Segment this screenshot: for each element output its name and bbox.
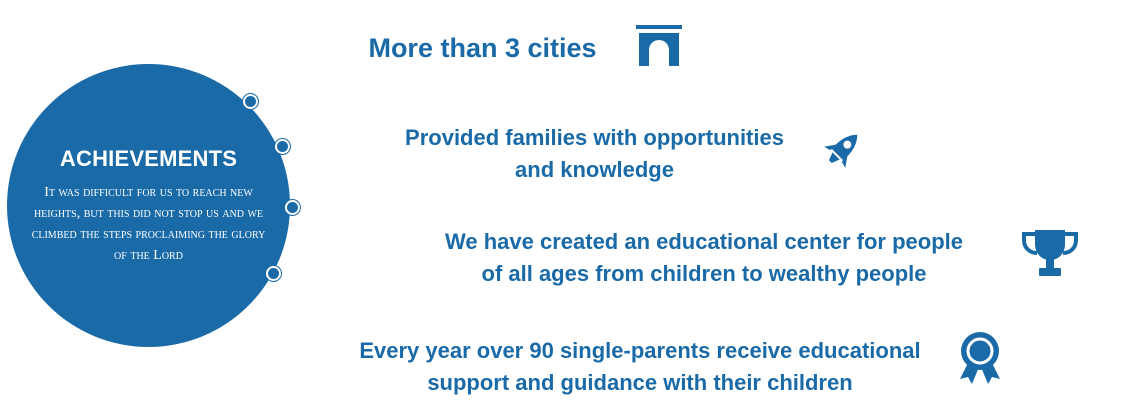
- achievement-item-single-parents: Every year over 90 single-parents receiv…: [322, 335, 958, 399]
- achievement-parents-line2: support and guidance with their children: [427, 370, 853, 395]
- award-ribbon-icon: [957, 331, 1003, 385]
- achievement-item-families: Provided families with opportunities and…: [372, 122, 817, 186]
- achievement-families-line2: and knowledge: [515, 157, 674, 182]
- gate-icon: [636, 25, 682, 66]
- connector-dot: [266, 266, 281, 281]
- achievements-title: ACHIEVEMENTS: [59, 146, 238, 171]
- connector-dot: [243, 94, 258, 109]
- achievement-families-line1: Provided families with opportunities: [405, 125, 784, 150]
- achievement-education-line1: We have created an educational center fo…: [445, 229, 963, 254]
- achievement-item-education-center: We have created an educational center fo…: [412, 226, 996, 290]
- trophy-icon: [1021, 228, 1079, 278]
- rocket-icon: [815, 126, 867, 176]
- achievements-description: It was difficult for us to reach new hei…: [31, 185, 266, 263]
- connector-dot: [275, 139, 290, 154]
- achievement-parents-line1: Every year over 90 single-parents receiv…: [359, 338, 921, 363]
- connector-dot: [285, 200, 300, 215]
- achievement-item-cities: More than 3 cities: [340, 31, 625, 65]
- achievement-education-line2: of all ages from children to wealthy peo…: [481, 261, 927, 286]
- achievement-cities-text: More than 3 cities: [368, 33, 597, 63]
